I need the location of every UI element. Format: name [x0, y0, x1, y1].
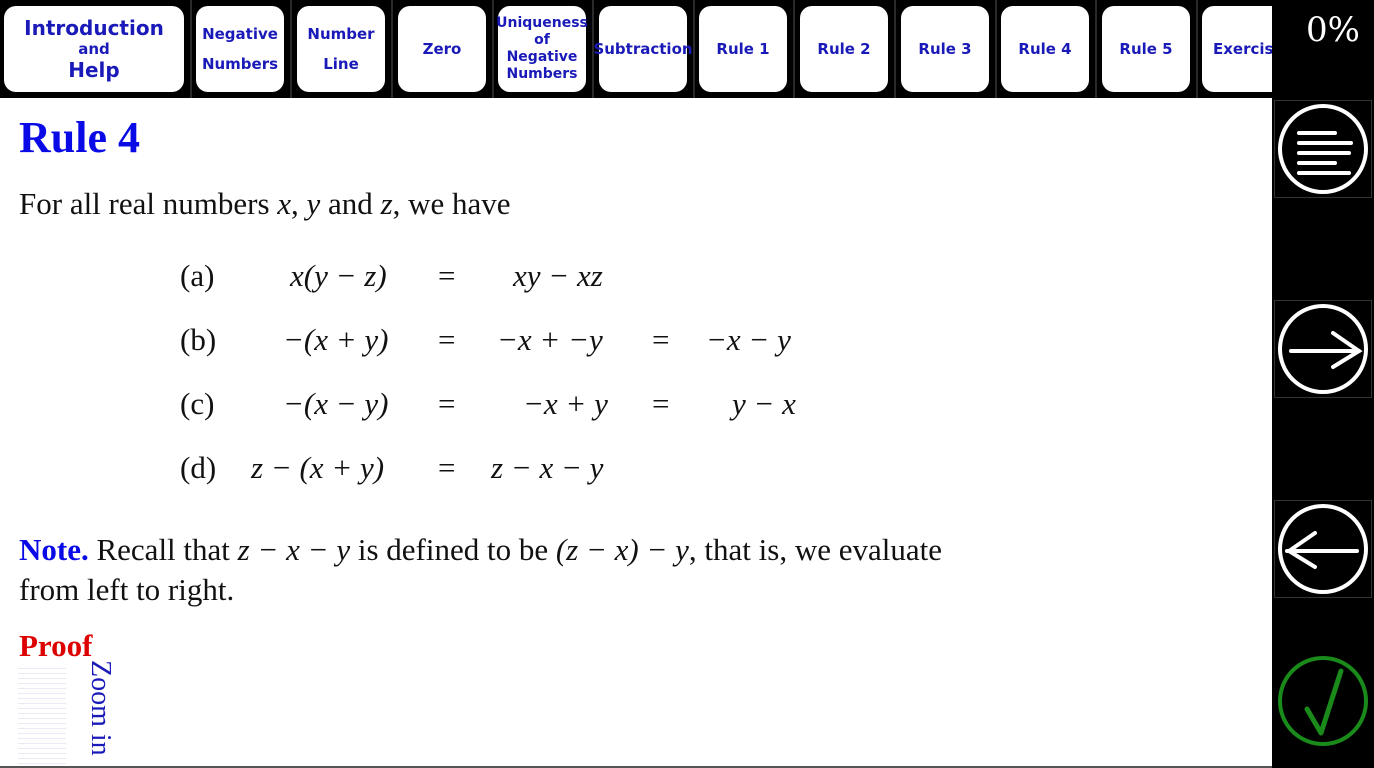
equals-sign: =: [652, 322, 670, 357]
equals-sign: =: [438, 322, 456, 357]
tab-label: Zero: [422, 40, 462, 58]
note-label: Note.: [19, 532, 89, 567]
tab-uniqueness-of-negative-numbers[interactable]: Uniqueness of Negative Numbers: [496, 6, 588, 92]
equation-lhs: x(y − z): [290, 258, 387, 293]
tab-rule-5[interactable]: Rule 5: [1102, 6, 1190, 92]
divider: [693, 0, 695, 98]
tab-label: Numbers: [506, 66, 578, 82]
divider: [190, 0, 192, 98]
divider: [1196, 0, 1198, 98]
math-y: y: [306, 186, 321, 221]
arrow-left-icon: [1278, 504, 1368, 594]
divider: [995, 0, 997, 98]
tab-label: Negative: [202, 25, 278, 43]
equation-mid: xy − xz: [513, 258, 603, 293]
contents-button[interactable]: [1274, 100, 1372, 198]
equation-rhs: y − x: [732, 386, 796, 421]
tab-negative-numbers[interactable]: Negative Numbers: [196, 6, 284, 92]
tab-exercise[interactable]: Exercise: [1202, 6, 1272, 92]
sidebar: 0%: [1272, 0, 1374, 768]
equation-mid: −x + −y: [497, 322, 603, 357]
check-answer-button[interactable]: [1274, 652, 1372, 750]
text: For all real numbers: [19, 186, 278, 221]
note-paragraph: Note. Recall that z − x − y is defined t…: [19, 530, 1009, 610]
divider: [492, 0, 494, 98]
divider: [894, 0, 896, 98]
tab-label: Line: [323, 55, 359, 73]
tab-label: Rule 2: [817, 40, 871, 58]
equals-sign: =: [652, 386, 670, 421]
tab-rule-3[interactable]: Rule 3: [901, 6, 989, 92]
divider: [1095, 0, 1097, 98]
equation-rhs: −x − y: [706, 322, 791, 357]
equals-sign: =: [438, 386, 456, 421]
zoom-in-link[interactable]: Zoom in: [84, 660, 116, 756]
text: and: [320, 186, 381, 221]
equation-mid: z − x − y: [491, 450, 604, 485]
tab-number-line[interactable]: Number Line: [297, 6, 385, 92]
tab-label: and: [78, 40, 110, 58]
equation-lhs: −(x − y): [283, 386, 389, 421]
page-content: Rule 4 For all real numbers x, y and z, …: [0, 98, 1272, 768]
equation-mid: −x + y: [523, 386, 608, 421]
tab-label: Number: [307, 25, 375, 43]
tab-label: Rule 4: [1018, 40, 1072, 58]
equals-sign: =: [438, 258, 456, 293]
arrow-right-icon: [1278, 304, 1368, 394]
equation-label: (b): [180, 322, 217, 357]
equation-label: (c): [180, 386, 215, 421]
text: is defined to be: [350, 532, 556, 567]
check-icon: [1278, 656, 1368, 746]
progress-indicator: 0%: [1306, 10, 1360, 50]
tab-rule-4[interactable]: Rule 4: [1001, 6, 1089, 92]
tab-label: Introduction: [24, 16, 164, 40]
text: Recall that: [88, 532, 238, 567]
text: , we have: [392, 186, 511, 221]
proof-thumbnail[interactable]: [18, 664, 66, 768]
divider: [290, 0, 292, 98]
tab-label: Rule 5: [1119, 40, 1173, 58]
equation-lhs: z − (x + y): [251, 450, 385, 485]
divider: [391, 0, 393, 98]
next-page-button[interactable]: [1274, 300, 1372, 398]
tab-label: of: [534, 32, 550, 48]
divider: [793, 0, 795, 98]
tab-label: Uniqueness: [496, 15, 588, 31]
page-title: Rule 4: [19, 113, 140, 162]
tab-label: Numbers: [201, 55, 279, 73]
tab-label: Rule 1: [716, 40, 770, 58]
tab-rule-2[interactable]: Rule 2: [800, 6, 888, 92]
intro-text: For all real numbers x, y and z, we have: [19, 186, 511, 222]
tab-label: Subtraction: [593, 40, 693, 58]
math-expression: z − x − y: [237, 532, 351, 567]
top-navigation-bar: Introduction and Help Negative Numbers N…: [0, 0, 1272, 98]
math-expression: (z − x) − y: [555, 532, 689, 567]
tab-label: Help: [68, 58, 120, 82]
tab-subtraction[interactable]: Subtraction: [593, 6, 693, 92]
tab-zero[interactable]: Zero: [398, 6, 486, 92]
menu-icon: [1278, 104, 1368, 194]
tab-introduction-and-help[interactable]: Introduction and Help: [4, 6, 184, 92]
tab-label: Exercise: [1213, 40, 1272, 58]
equation-label: (d): [180, 450, 217, 485]
tab-label: Negative: [506, 49, 578, 65]
proof-link[interactable]: Proof: [19, 628, 92, 664]
equation-label: (a): [180, 258, 215, 293]
equals-sign: =: [438, 450, 456, 485]
previous-page-button[interactable]: [1274, 500, 1372, 598]
tab-rule-1[interactable]: Rule 1: [699, 6, 787, 92]
equation-lhs: −(x + y): [283, 322, 389, 357]
text: ,: [291, 186, 307, 221]
math-x: x: [277, 186, 292, 221]
math-z: z: [380, 186, 393, 221]
tab-label: Rule 3: [918, 40, 972, 58]
